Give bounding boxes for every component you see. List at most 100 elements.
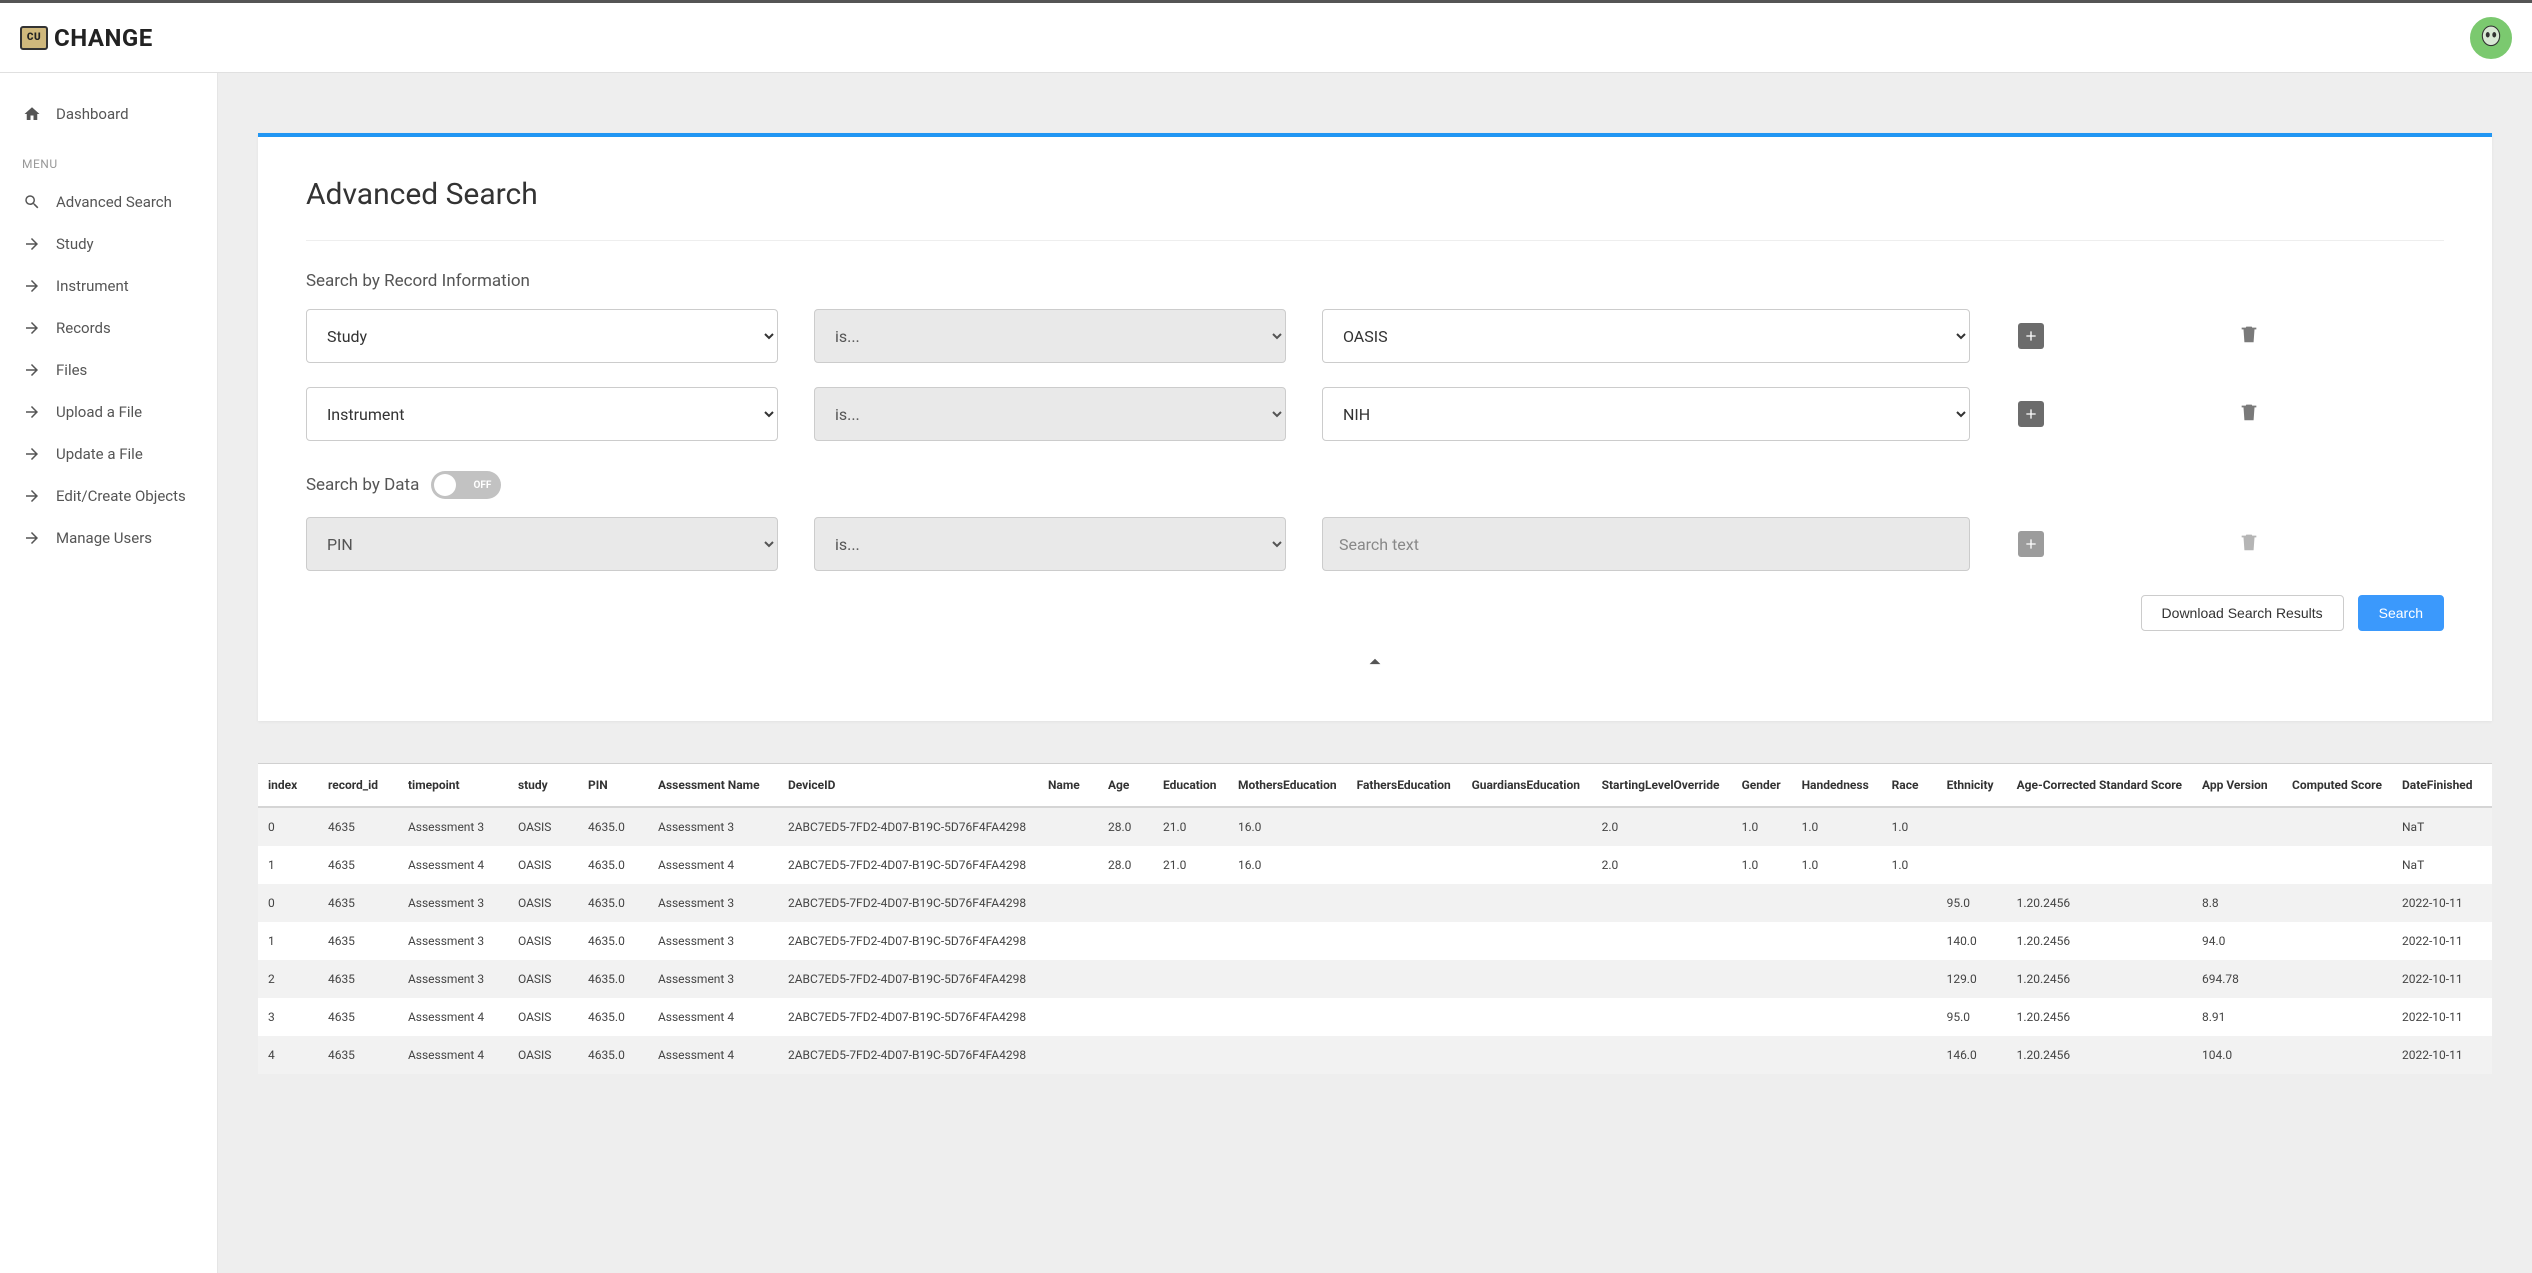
column-header[interactable]: Age xyxy=(1098,764,1153,807)
arrow-right-icon xyxy=(22,276,42,296)
table-row[interactable]: 14635Assessment 3OASIS4635.0Assessment 3… xyxy=(258,922,2492,960)
table-row[interactable]: 04635Assessment 3OASIS4635.0Assessment 3… xyxy=(258,807,2492,846)
table-cell xyxy=(1792,998,1882,1036)
table-cell xyxy=(1462,846,1592,884)
column-header[interactable]: MothersEducation xyxy=(1228,764,1347,807)
column-header[interactable]: index xyxy=(258,764,318,807)
table-cell xyxy=(2007,846,2192,884)
column-header[interactable]: StartingLevelOverride xyxy=(1592,764,1732,807)
table-cell xyxy=(1462,960,1592,998)
filter-value-select[interactable]: OASIS xyxy=(1322,309,1970,363)
column-header[interactable]: FathersEducation xyxy=(1347,764,1462,807)
column-header[interactable]: record_id xyxy=(318,764,398,807)
table-cell xyxy=(1592,922,1732,960)
filter-field-select[interactable]: Study xyxy=(306,309,778,363)
filter-operator-select[interactable]: is... xyxy=(814,387,1286,441)
table-cell xyxy=(2282,884,2392,922)
column-header[interactable]: Education xyxy=(1153,764,1228,807)
column-header[interactable]: Ethnicity xyxy=(1937,764,2007,807)
table-row[interactable]: 34635Assessment 4OASIS4635.0Assessment 4… xyxy=(258,998,2492,1036)
table-cell xyxy=(1098,922,1153,960)
column-header[interactable]: Assessment Name xyxy=(648,764,778,807)
data-field-select[interactable]: PIN xyxy=(306,517,778,571)
results-table: indexrecord_idtimepointstudyPINAssessmen… xyxy=(258,764,2492,1074)
table-cell xyxy=(1882,960,1937,998)
search-button[interactable]: Search xyxy=(2358,595,2444,631)
table-cell: Assessment 3 xyxy=(648,884,778,922)
table-cell: Assessment 4 xyxy=(398,846,508,884)
add-data-filter-button[interactable] xyxy=(2018,531,2044,557)
table-cell xyxy=(1153,922,1228,960)
sidebar-item-label: Manage Users xyxy=(56,529,152,547)
table-row[interactable]: 04635Assessment 3OASIS4635.0Assessment 3… xyxy=(258,884,2492,922)
table-cell xyxy=(2282,807,2392,846)
sidebar-item-files[interactable]: Files xyxy=(0,349,217,391)
search-by-data-toggle[interactable]: OFF xyxy=(431,471,501,499)
table-cell: Assessment 4 xyxy=(648,1036,778,1074)
sidebar-item-edit-create-objects[interactable]: Edit/Create Objects xyxy=(0,475,217,517)
table-cell: Assessment 4 xyxy=(398,1036,508,1074)
delete-data-filter-button[interactable] xyxy=(2238,531,2288,557)
table-row[interactable]: 44635Assessment 4OASIS4635.0Assessment 4… xyxy=(258,1036,2492,1074)
collapse-toggle[interactable] xyxy=(306,649,2444,681)
sidebar-item-manage-users[interactable]: Manage Users xyxy=(0,517,217,559)
sidebar-item-upload-file[interactable]: Upload a File xyxy=(0,391,217,433)
column-header[interactable]: GuardiansEducation xyxy=(1462,764,1592,807)
filter-row: Instrument is... NIH xyxy=(306,387,2444,441)
column-header[interactable]: Handedness xyxy=(1792,764,1882,807)
filter-operator-select[interactable]: is... xyxy=(814,309,1286,363)
column-header[interactable]: PIN xyxy=(578,764,648,807)
user-avatar[interactable] xyxy=(2470,17,2512,59)
table-cell: 1.0 xyxy=(1732,807,1792,846)
data-value-input[interactable] xyxy=(1322,517,1970,571)
results-panel: indexrecord_idtimepointstudyPINAssessmen… xyxy=(258,763,2492,1074)
table-cell xyxy=(1462,807,1592,846)
download-results-button[interactable]: Download Search Results xyxy=(2141,595,2344,631)
sidebar-item-study[interactable]: Study xyxy=(0,223,217,265)
table-cell: 4635.0 xyxy=(578,807,648,846)
brand-logo[interactable]: CU CHANGE xyxy=(20,24,153,52)
table-cell: OASIS xyxy=(508,922,578,960)
sidebar-item-dashboard[interactable]: Dashboard xyxy=(0,93,217,135)
table-cell: OASIS xyxy=(508,846,578,884)
add-filter-button[interactable] xyxy=(2018,323,2044,349)
column-header[interactable]: DateFinished xyxy=(2392,764,2492,807)
filter-value-select[interactable]: NIH xyxy=(1322,387,1970,441)
sidebar-menu-header: MENU xyxy=(0,135,217,181)
arrow-right-icon xyxy=(22,444,42,464)
column-header[interactable]: timepoint xyxy=(398,764,508,807)
column-header[interactable]: DeviceID xyxy=(778,764,1038,807)
column-header[interactable]: study xyxy=(508,764,578,807)
table-cell: 2ABC7ED5-7FD2-4D07-B19C-5D76F4FA4298 xyxy=(778,884,1038,922)
table-cell xyxy=(1792,960,1882,998)
delete-filter-button[interactable] xyxy=(2238,323,2288,349)
sidebar-item-instrument[interactable]: Instrument xyxy=(0,265,217,307)
table-cell: 2ABC7ED5-7FD2-4D07-B19C-5D76F4FA4298 xyxy=(778,807,1038,846)
table-cell xyxy=(1347,807,1462,846)
data-operator-select[interactable]: is... xyxy=(814,517,1286,571)
delete-filter-button[interactable] xyxy=(2238,401,2288,427)
table-cell xyxy=(1038,998,1098,1036)
table-cell: OASIS xyxy=(508,998,578,1036)
table-row[interactable]: 14635Assessment 4OASIS4635.0Assessment 4… xyxy=(258,846,2492,884)
column-header[interactable]: Race xyxy=(1882,764,1937,807)
sidebar-item-label: Dashboard xyxy=(56,105,129,123)
sidebar-item-update-file[interactable]: Update a File xyxy=(0,433,217,475)
sidebar-item-records[interactable]: Records xyxy=(0,307,217,349)
column-header[interactable]: App Version xyxy=(2192,764,2282,807)
table-cell: 4635 xyxy=(318,960,398,998)
column-header[interactable]: Name xyxy=(1038,764,1098,807)
column-header[interactable]: Age-Corrected Standard Score xyxy=(2007,764,2192,807)
table-cell: 4635 xyxy=(318,922,398,960)
sidebar-item-advanced-search[interactable]: Advanced Search xyxy=(0,181,217,223)
add-filter-button[interactable] xyxy=(2018,401,2044,427)
table-cell: 2022-10-11 xyxy=(2392,884,2492,922)
column-header[interactable]: Gender xyxy=(1732,764,1792,807)
table-cell: 4635 xyxy=(318,846,398,884)
table-row[interactable]: 24635Assessment 3OASIS4635.0Assessment 3… xyxy=(258,960,2492,998)
filter-field-select[interactable]: Instrument xyxy=(306,387,778,441)
column-header[interactable]: Computed Score xyxy=(2282,764,2392,807)
table-cell xyxy=(1038,884,1098,922)
table-cell xyxy=(1228,1036,1347,1074)
table-cell: 4 xyxy=(258,1036,318,1074)
